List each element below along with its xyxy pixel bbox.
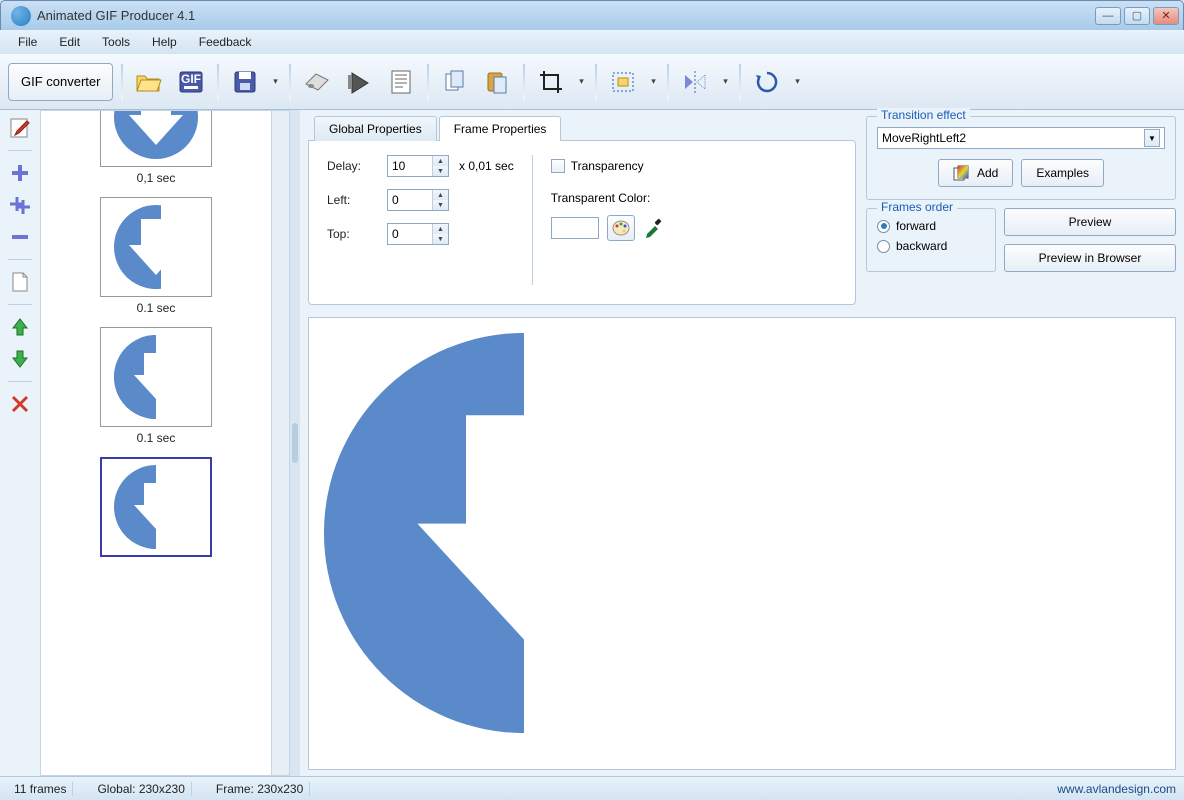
transparency-label: Transparency [571, 159, 644, 173]
transition-legend: Transition effect [877, 108, 970, 122]
delay-spinner[interactable]: ▲▼ [387, 155, 449, 177]
add-transition-button[interactable]: Add [938, 159, 1013, 187]
frame-label: 0.1 sec [137, 431, 176, 445]
frame-label: 0.1 sec [137, 301, 176, 315]
top-label: Top: [327, 227, 377, 241]
top-spinner[interactable]: ▲▼ [387, 223, 449, 245]
save-icon[interactable] [227, 64, 263, 100]
status-frame-count: 11 frames [8, 782, 73, 796]
menu-tools[interactable]: Tools [92, 32, 140, 52]
menu-edit[interactable]: Edit [49, 32, 90, 52]
rotate-icon[interactable] [749, 64, 785, 100]
delete-frame-icon[interactable] [6, 392, 34, 416]
move-up-icon[interactable] [6, 315, 34, 339]
frame-thumb[interactable] [100, 327, 212, 427]
preview-browser-button[interactable]: Preview in Browser [1004, 244, 1176, 272]
save-dropdown[interactable] [269, 76, 281, 87]
top-input[interactable] [388, 227, 432, 241]
left-input[interactable] [388, 193, 432, 207]
left-spinner[interactable]: ▲▼ [387, 189, 449, 211]
text-doc-icon[interactable] [383, 64, 419, 100]
mirror-dropdown[interactable] [719, 76, 731, 87]
preview-button[interactable]: Preview [1004, 208, 1176, 236]
tab-frame-properties[interactable]: Frame Properties [439, 116, 562, 141]
examples-button[interactable]: Examples [1021, 159, 1104, 187]
resize-canvas-icon[interactable] [605, 64, 641, 100]
window-title: Animated GIF Producer 4.1 [37, 8, 1095, 23]
frames-order-group: Frames order forward backward [866, 208, 996, 272]
frames-panel: 0,1 sec 0.1 sec 0.1 sec [40, 110, 290, 776]
frame-thumb[interactable] [100, 111, 212, 167]
frame-thumb[interactable] [100, 197, 212, 297]
menu-file[interactable]: File [8, 32, 47, 52]
delay-label: Delay: [327, 159, 377, 173]
eyedropper-button[interactable] [643, 216, 665, 241]
close-button[interactable]: ✕ [1153, 7, 1179, 25]
splitter[interactable] [290, 110, 300, 776]
open-gif-icon[interactable]: GIF [173, 64, 209, 100]
transparent-color-swatch[interactable] [551, 217, 599, 239]
paste-icon[interactable] [479, 64, 515, 100]
open-folder-icon[interactable] [131, 64, 167, 100]
transition-group: Transition effect MoveRightLeft2 ▼ Add E… [866, 116, 1176, 200]
status-bar: 11 frames Global: 230x230 Frame: 230x230… [0, 776, 1184, 800]
delay-input[interactable] [388, 159, 432, 173]
mirror-icon[interactable] [677, 64, 713, 100]
minimize-button[interactable]: — [1095, 7, 1121, 25]
transition-value: MoveRightLeft2 [882, 131, 966, 145]
canvas-preview[interactable] [308, 317, 1176, 770]
add-multi-frame-icon[interactable] [6, 193, 34, 217]
move-down-icon[interactable] [6, 347, 34, 371]
toolbar: GIF converter GIF [0, 54, 1184, 110]
chevron-down-icon[interactable]: ▼ [1144, 129, 1160, 147]
right-pane: Global Properties Frame Properties Delay… [300, 110, 1184, 776]
edit-frame-icon[interactable] [6, 116, 34, 140]
add-frame-icon[interactable] [6, 161, 34, 185]
side-column: Transition effect MoveRightLeft2 ▼ Add E… [866, 116, 1176, 305]
app-icon [11, 6, 31, 26]
radio-backward[interactable]: backward [877, 239, 985, 253]
menu-feedback[interactable]: Feedback [189, 32, 262, 52]
delay-suffix: x 0,01 sec [459, 159, 514, 173]
maximize-button[interactable]: ▢ [1124, 7, 1150, 25]
resize-dropdown[interactable] [647, 76, 659, 87]
radio-forward[interactable]: forward [877, 219, 985, 233]
main-area: 0,1 sec 0.1 sec 0.1 sec Global Propertie… [0, 110, 1184, 776]
left-label: Left: [327, 193, 377, 207]
tab-global-properties[interactable]: Global Properties [314, 116, 437, 141]
remove-frame-icon[interactable] [6, 225, 34, 249]
gif-converter-button[interactable]: GIF converter [8, 63, 113, 101]
palette-button[interactable] [607, 215, 635, 241]
blank-frame-icon[interactable] [6, 270, 34, 294]
frames-scrollbar[interactable] [271, 111, 289, 775]
scanner-icon[interactable] [299, 64, 335, 100]
status-url[interactable]: www.avlandesign.com [1057, 782, 1176, 796]
frame-thumb-selected[interactable] [100, 457, 212, 557]
frames-list[interactable]: 0,1 sec 0.1 sec 0.1 sec [41, 111, 271, 775]
crop-icon[interactable] [533, 64, 569, 100]
crop-dropdown[interactable] [575, 76, 587, 87]
video-import-icon[interactable] [341, 64, 377, 100]
menu-bar: File Edit Tools Help Feedback [0, 30, 1184, 54]
transparent-color-label: Transparent Color: [551, 191, 665, 205]
frame-properties-panel: Delay: ▲▼ x 0,01 sec Left: ▲▼ Top: ▲▼ [308, 140, 856, 305]
rotate-dropdown[interactable] [791, 76, 803, 87]
status-frame-size: Frame: 230x230 [210, 782, 310, 796]
transparency-checkbox[interactable]: Transparency [551, 159, 665, 173]
title-bar: Animated GIF Producer 4.1 — ▢ ✕ [0, 0, 1184, 30]
properties-tabs: Global Properties Frame Properties Delay… [308, 116, 856, 305]
status-global-size: Global: 230x230 [91, 782, 191, 796]
copy-icon[interactable] [437, 64, 473, 100]
left-tool-strip [0, 110, 40, 776]
frames-order-legend: Frames order [877, 200, 957, 214]
frame-label: 0,1 sec [137, 171, 176, 185]
svg-text:GIF: GIF [181, 72, 201, 86]
menu-help[interactable]: Help [142, 32, 187, 52]
transition-select[interactable]: MoveRightLeft2 ▼ [877, 127, 1165, 149]
